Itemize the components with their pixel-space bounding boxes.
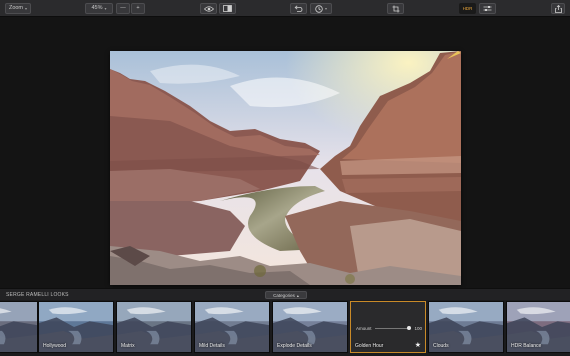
hdr-looks-button[interactable]: HDR [459, 3, 476, 14]
crop-button[interactable] [387, 3, 404, 14]
history-menu-button[interactable]: ▾ [310, 3, 332, 14]
plus-icon: + [136, 5, 140, 11]
chevron-down-icon: ▾ [324, 6, 327, 11]
looks-strip: Hollywood Matrix Mild Details Explode Detai… [0, 300, 570, 356]
zoom-level-value: 45% [91, 5, 103, 11]
undo-icon [294, 5, 303, 12]
crop-icon [392, 5, 399, 12]
look-label: HDR Balance [511, 343, 542, 349]
look-label: Golden Hour [355, 343, 384, 349]
image-canvas[interactable] [0, 17, 570, 288]
look-thumbnail[interactable]: Mild Details [194, 301, 270, 353]
toolbar: Zoom ▾ 45% ▾ — + ▾ HDR [0, 0, 570, 17]
canyon-photo-image [110, 51, 461, 285]
amount-track[interactable] [374, 325, 412, 330]
look-thumbnail[interactable]: Matrix [116, 301, 192, 353]
zoom-level-select[interactable]: 45% ▾ [85, 3, 113, 14]
minus-icon: — [120, 5, 126, 11]
undo-button[interactable] [290, 3, 307, 14]
look-thumbnail[interactable]: Explode Details [272, 301, 348, 353]
zoom-in-button[interactable]: + [131, 3, 145, 14]
chevron-down-icon: ▾ [25, 6, 28, 11]
sliders-icon [483, 6, 492, 11]
app-window: Zoom ▾ 45% ▾ — + ▾ HDR SERGE RAMELLI LOO… [0, 0, 570, 356]
looks-section-title: SERGE RAMELLI LOOKS [6, 292, 69, 298]
amount-value: 100 [414, 325, 422, 331]
clock-icon [315, 4, 323, 13]
share-button[interactable] [551, 3, 565, 14]
looks-header: SERGE RAMELLI LOOKS Categories ▴ [0, 288, 570, 300]
amount-knob[interactable] [407, 325, 412, 330]
look-thumbnail[interactable] [0, 301, 38, 353]
categories-label: Categories [273, 292, 295, 298]
preview-toggle-button[interactable] [200, 3, 217, 14]
amount-label: Amount [356, 325, 372, 331]
look-thumbnail[interactable]: HDR Balance [506, 301, 570, 353]
look-thumbnail[interactable]: Clouds [428, 301, 504, 353]
look-label: Mild Details [199, 343, 225, 349]
adjustments-button[interactable] [479, 3, 496, 14]
chevron-up-icon: ▴ [296, 292, 299, 298]
hdr-looks-label: HDR [462, 6, 473, 11]
split-view-icon [223, 5, 232, 12]
look-preview-image [0, 302, 37, 352]
look-thumbnail[interactable]: Hollywood [38, 301, 114, 353]
edited-photo [110, 51, 461, 285]
zoom-menu-label: Zoom [8, 5, 24, 11]
favorite-star-icon[interactable]: ★ [415, 341, 421, 349]
zoom-out-button[interactable]: — [116, 3, 130, 14]
look-label: Matrix [121, 343, 135, 349]
share-icon [554, 4, 562, 13]
amount-slider[interactable]: Amount 100 [356, 324, 422, 332]
chevron-down-icon: ▾ [104, 6, 107, 11]
compare-split-button[interactable] [219, 3, 236, 14]
eye-icon [203, 5, 214, 12]
categories-dropdown[interactable]: Categories ▴ [265, 291, 307, 299]
look-label: Clouds [433, 343, 449, 349]
look-label: Explode Details [277, 343, 312, 349]
zoom-menu-button[interactable]: Zoom ▾ [5, 3, 31, 14]
look-thumbnail[interactable]: Amount 100 ★ Golden Hour [350, 301, 426, 353]
look-label: Hollywood [43, 343, 67, 349]
